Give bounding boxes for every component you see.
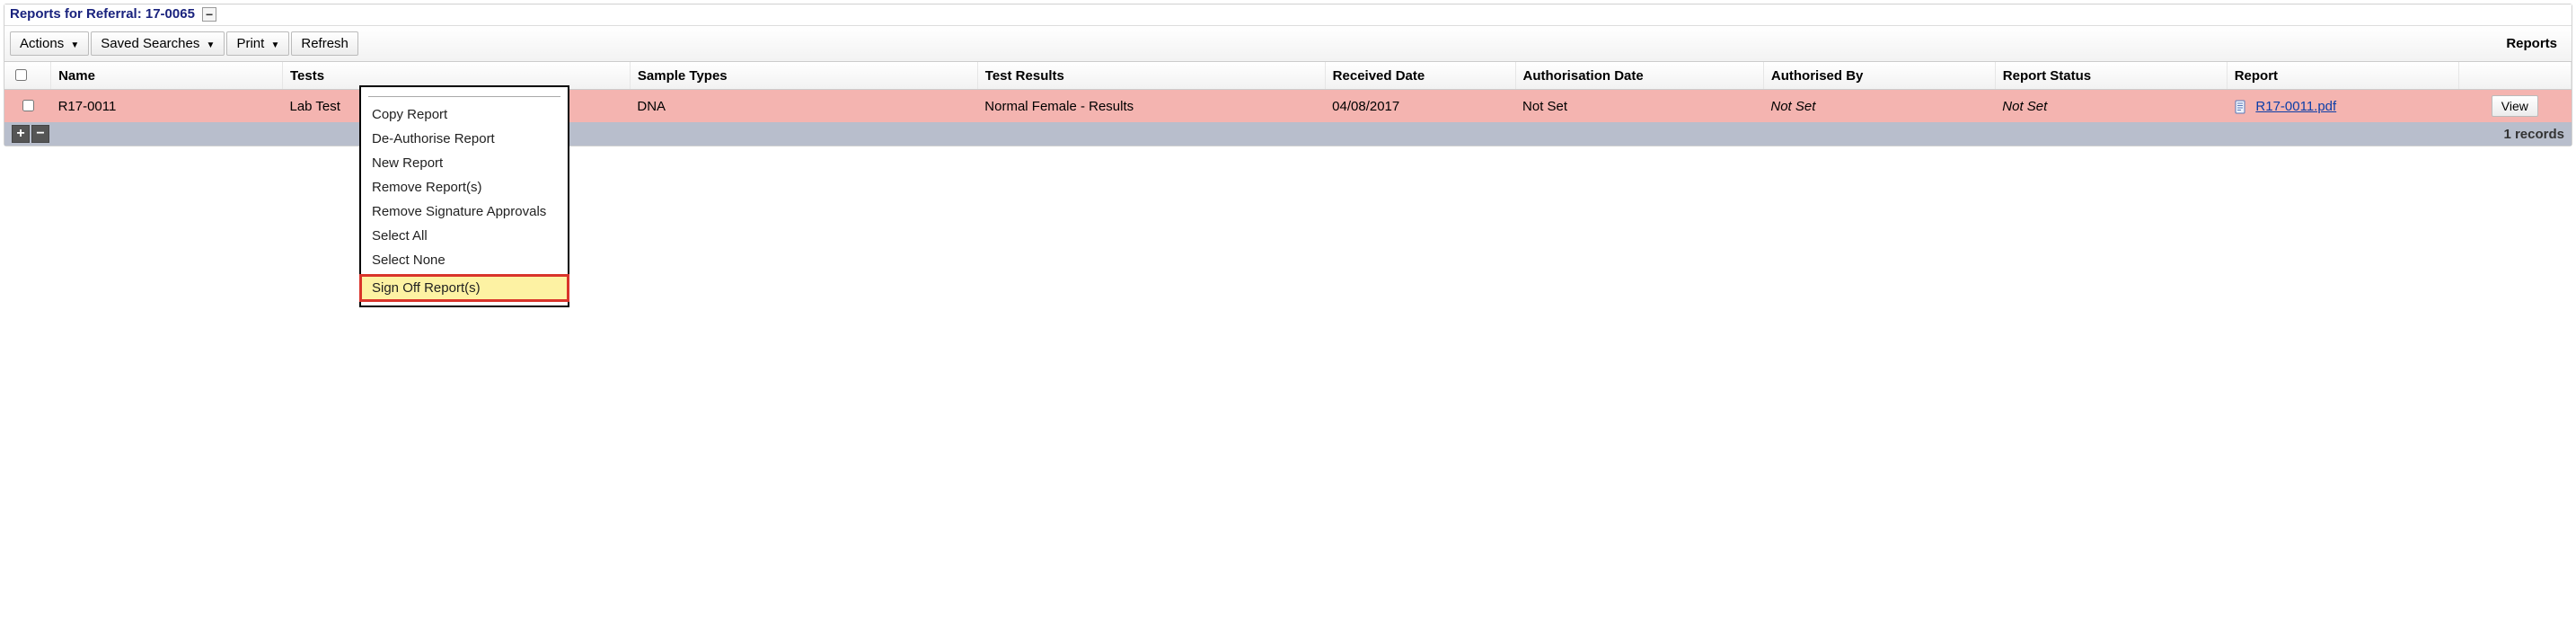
panel-title: Reports for Referral: 17-0065 [10, 6, 195, 22]
col-header-report[interactable]: Report [2227, 62, 2458, 90]
menu-select-none[interactable]: Select None [361, 248, 568, 272]
col-header-name[interactable]: Name [51, 62, 283, 90]
cell-auth-by: Not Set [1763, 90, 1995, 123]
col-header-report-status[interactable]: Report Status [1995, 62, 2227, 90]
cell-sample-types: DNA [630, 90, 977, 123]
menu-copy-report[interactable]: Copy Report [361, 102, 568, 127]
col-header-checkbox [4, 62, 51, 90]
col-header-received-date[interactable]: Received Date [1325, 62, 1515, 90]
view-button[interactable]: View [2492, 95, 2538, 117]
row-add-remove: + − [12, 125, 51, 143]
toolbar-right-label: Reports [2506, 36, 2566, 51]
cell-auth-date: Not Set [1515, 90, 1763, 123]
caret-down-icon: ▼ [270, 40, 279, 50]
col-header-sample-types[interactable]: Sample Types [630, 62, 977, 90]
col-header-test-results[interactable]: Test Results [977, 62, 1325, 90]
menu-separator [368, 96, 560, 97]
menu-select-all[interactable]: Select All [361, 224, 568, 248]
saved-searches-label: Saved Searches [101, 36, 199, 51]
caret-down-icon: ▼ [70, 40, 79, 50]
context-menu: Copy Report De-Authorise Report New Repo… [359, 85, 569, 307]
document-icon [2234, 100, 2248, 114]
menu-remove-reports[interactable]: Remove Report(s) [361, 175, 568, 199]
report-link[interactable]: R17-0011.pdf [2255, 99, 2336, 114]
select-all-checkbox[interactable] [15, 69, 27, 81]
menu-new-report[interactable]: New Report [361, 151, 568, 175]
records-count: 1 records [2503, 127, 2564, 142]
menu-sign-off-reports[interactable]: Sign Off Report(s) [361, 276, 568, 300]
col-header-auth-by[interactable]: Authorised By [1763, 62, 1995, 90]
menu-remove-signature-approvals[interactable]: Remove Signature Approvals [361, 199, 568, 224]
toolbar: Actions ▼ Saved Searches ▼ Print ▼ Refre… [4, 25, 2572, 62]
row-checkbox[interactable] [22, 100, 34, 111]
refresh-button[interactable]: Refresh [291, 31, 358, 56]
actions-button[interactable]: Actions ▼ [10, 31, 89, 56]
print-button[interactable]: Print ▼ [226, 31, 289, 56]
cell-test-results: Normal Female - Results [977, 90, 1325, 123]
saved-searches-button[interactable]: Saved Searches ▼ [91, 31, 225, 56]
cell-received-date: 04/08/2017 [1325, 90, 1515, 123]
col-header-action [2458, 62, 2571, 90]
refresh-label: Refresh [301, 36, 348, 51]
cell-report: R17-0011.pdf [2227, 90, 2458, 123]
add-row-button[interactable]: + [12, 125, 30, 143]
print-label: Print [236, 36, 264, 51]
col-header-auth-date[interactable]: Authorisation Date [1515, 62, 1763, 90]
remove-row-button[interactable]: − [31, 125, 49, 143]
cell-name: R17-0011 [51, 90, 283, 123]
panel-header: Reports for Referral: 17-0065 − [4, 4, 2572, 25]
menu-deauthorise-report[interactable]: De-Authorise Report [361, 127, 568, 151]
collapse-button[interactable]: − [202, 7, 216, 22]
cell-report-status: Not Set [1995, 90, 2227, 123]
caret-down-icon: ▼ [207, 40, 216, 50]
actions-label: Actions [20, 36, 64, 51]
